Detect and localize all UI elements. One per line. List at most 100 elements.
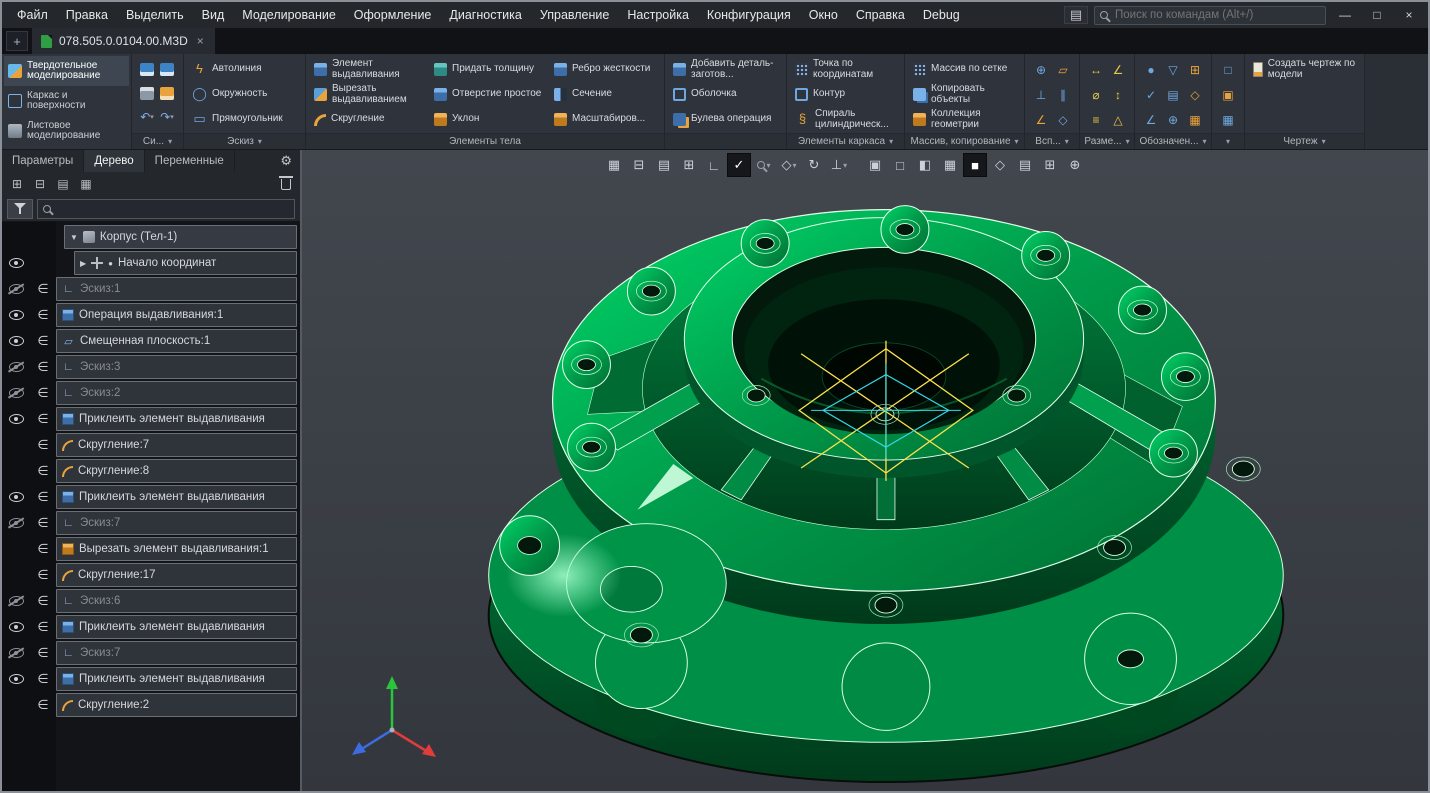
arrow-mark-icon[interactable]: ⊕ [1166,113,1181,127]
perpendicular-axis-icon[interactable]: ⊥ [1034,88,1049,102]
local-cs-icon[interactable]: ∠ [1034,113,1049,127]
zoom-icon[interactable]: ▾ [752,153,776,177]
group-label-system[interactable]: Си...▾ [132,133,183,149]
rib-button[interactable]: Ребро жесткости [551,57,659,82]
tree-search-input[interactable] [56,202,289,216]
menu-configuration[interactable]: Конфигурация [698,2,800,28]
viewport-3d[interactable]: ▦ ⊟ ▤ ⊞ ∟ ✓ ▾ ◇▾ ↻ ⊥▾ ▣ □ ◧ ▦ ■ ◇ ▤ ⊞ ⊕ [302,150,1428,791]
mode-solid-modeling[interactable]: Твердотельное моделирование [4,56,129,86]
draft-button[interactable]: Уклон [431,107,551,132]
visibility-eye-off-icon[interactable] [9,596,24,606]
group-label-extra[interactable]: ▾ [1212,133,1244,149]
tree-row-cut1[interactable]: ∈ Вырезать элемент выдавливания:1 [2,537,300,561]
constraints-icon[interactable]: ⊞ [677,153,701,177]
component-icon[interactable]: □ [1221,63,1236,77]
perspective-icon[interactable]: ◇ [988,153,1012,177]
visibility-eye-off-icon[interactable] [9,362,24,372]
create-drawing-button[interactable]: Создать чертеж по модели [1250,57,1359,82]
simple-hole-button[interactable]: Отверстие простое [431,82,551,107]
auto-dimension-icon[interactable]: △ [1111,113,1126,127]
hidden-lines-display-icon[interactable]: ◧ [913,153,937,177]
angular-dimension-icon[interactable]: ∠ [1111,63,1126,77]
cylindrical-spiral-button[interactable]: §Спираль цилиндрическ... [792,107,899,132]
close-button[interactable]: × [1396,4,1422,26]
normal-to-icon[interactable]: ⊥▾ [827,153,851,177]
tree-search-box[interactable] [37,199,295,219]
tab-variables[interactable]: Переменные [145,150,235,172]
tree-copy-icon[interactable]: ▤ [53,175,73,193]
collection-icon[interactable]: ▣ [1221,88,1236,102]
roughness-icon[interactable]: ▽ [1166,63,1181,77]
menu-diagnostics[interactable]: Диагностика [440,2,530,28]
redo-button[interactable]: ↷▾ [160,110,174,124]
point-by-coordinates-button[interactable]: Точка по координатам [792,57,899,82]
shaded-display-icon[interactable]: ▣ [863,153,887,177]
visibility-eye-icon[interactable] [9,414,24,424]
visibility-eye-icon[interactable] [9,258,24,268]
simplified-display-icon[interactable]: ▤ [1013,153,1037,177]
menu-modeling[interactable]: Моделирование [233,2,345,28]
annotation-table-icon[interactable]: ▦ [1188,113,1203,127]
group-label-frame[interactable]: Элементы каркаса▾ [787,133,904,149]
save-icon[interactable] [140,63,154,76]
minimize-button[interactable]: — [1332,4,1358,26]
tree-structure-icon[interactable]: ⊞ [7,175,27,193]
tree-row-fillet17[interactable]: ∈ Скругление:17 [2,563,300,587]
menu-view[interactable]: Вид [193,2,234,28]
tab-tree[interactable]: Дерево [84,150,144,172]
command-search[interactable] [1094,6,1326,25]
delete-trash-icon[interactable] [281,179,291,190]
open-icon[interactable] [160,87,174,100]
base-icon[interactable]: ∠ [1144,113,1159,127]
tree-row-body[interactable]: ▼Корпус (Тел-1) [2,225,300,249]
copy-objects-button[interactable]: Копировать объекты [910,82,1019,107]
grid-snap-settings-icon[interactable]: ▦ [602,153,626,177]
visibility-eye-icon[interactable] [9,336,24,346]
tree-row-sketch3[interactable]: ∈ ∟Эскиз:3 [2,355,300,379]
visibility-eye-off-icon[interactable] [9,284,24,294]
marking-icon[interactable]: ▤ [1166,88,1181,102]
eyedropper-icon[interactable]: ⊕ [1063,153,1087,177]
tree-row-sketch6[interactable]: ∈ ∟Эскиз:6 [2,589,300,613]
visibility-eye-icon[interactable] [9,622,24,632]
boolean-button[interactable]: Булева операция [670,107,781,132]
contour-button[interactable]: Контур [792,82,899,107]
tree-row-origin[interactable]: ▶●Начало координат [2,251,300,275]
thicken-button[interactable]: Придать толщину [431,57,551,82]
orientation-icon[interactable]: ◇▾ [777,153,801,177]
radial-dimension-icon[interactable]: ≡ [1089,113,1104,127]
vertical-dimension-icon[interactable]: ↕ [1111,88,1126,102]
parametric-mode-icon[interactable]: ✓ [727,153,751,177]
cut-extrude-button[interactable]: Вырезать выдавливанием [311,82,431,107]
control-point-icon[interactable]: ◇ [1056,113,1071,127]
wireframe-display-icon[interactable]: □ [888,153,912,177]
add-part-stock-button[interactable]: Добавить деталь-заготов... [670,57,781,82]
visibility-eye-off-icon[interactable] [9,388,24,398]
group-label-aux[interactable]: Всп...▾ [1025,133,1079,149]
menu-debug[interactable]: Debug [914,2,969,28]
parallel-plane-icon[interactable]: ∥ [1056,88,1071,102]
menu-window[interactable]: Окно [800,2,847,28]
tolerance-icon[interactable]: ✓ [1144,88,1159,102]
visibility-eye-off-icon[interactable] [9,648,24,658]
tree-collapse-icon[interactable]: ⊟ [30,175,50,193]
note-icon[interactable]: ◇ [1188,88,1203,102]
new-document-button[interactable]: + [6,31,28,51]
datum-icon[interactable]: ● [1144,63,1159,77]
tab-close-icon[interactable]: × [195,34,206,48]
group-label-dims[interactable]: Разме...▾ [1080,133,1134,149]
geometry-collection-button[interactable]: Коллекция геометрии [910,107,1019,132]
parameters-table-icon[interactable]: ⊞ [1038,153,1062,177]
menu-select[interactable]: Выделить [117,2,193,28]
undo-button[interactable]: ↶▾ [140,110,154,124]
layout-grid-icon[interactable]: ▦ [1221,113,1236,127]
tree-row-boss2[interactable]: ∈ Приклеить элемент выдавливания [2,485,300,509]
tree-row-fillet2[interactable]: ∈ Скругление:2 [2,693,300,717]
document-tab[interactable]: 078.505.0.0104.00.M3D × [32,28,215,54]
group-label-body[interactable]: Элементы тела [306,133,664,149]
tree-row-offset-plane[interactable]: ∈ ▱Смещенная плоскость:1 [2,329,300,353]
filter-button[interactable] [7,199,33,219]
visibility-eye-icon[interactable] [9,492,24,502]
tree-row-sketch7b[interactable]: ∈ ∟Эскиз:7 [2,641,300,665]
visibility-eye-off-icon[interactable] [9,518,24,528]
